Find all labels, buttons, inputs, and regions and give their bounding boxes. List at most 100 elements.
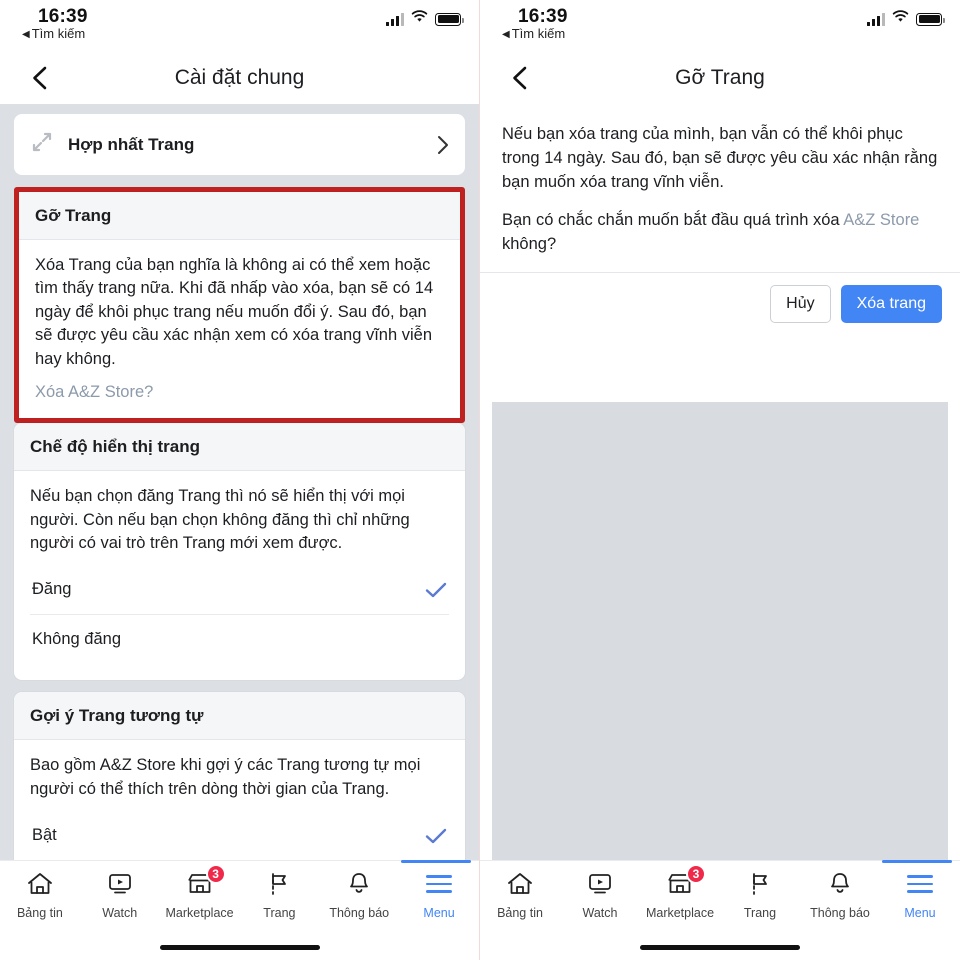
- home-icon: [506, 869, 534, 899]
- video-play-icon: [586, 869, 614, 899]
- tab-label: Marketplace: [645, 906, 715, 920]
- tab-thong-bao[interactable]: Thông báo: [319, 869, 399, 920]
- status-bar-left: 16:39 ◀ Tìm kiếm: [0, 0, 479, 52]
- similar-pages-card-header: Gợi ý Trang tương tự: [14, 692, 465, 741]
- status-time: 16:39: [38, 6, 88, 27]
- hamburger-menu-icon: [907, 869, 933, 899]
- tab-label: Bảng tin: [497, 906, 543, 920]
- tab-menu[interactable]: Menu: [880, 860, 960, 920]
- page-title: Cài đặt chung: [174, 66, 305, 89]
- dialog-paragraph-confirm: Bạn có chắc chắn muốn bắt đầu quá trình …: [502, 208, 938, 256]
- dialog-paragraph-recovery: Nếu bạn xóa trang của mình, bạn vẫn có t…: [502, 125, 938, 192]
- confirm-text-after: không?: [502, 235, 557, 254]
- check-icon: [425, 828, 447, 844]
- remove-page-description: Xóa Trang của bạn nghĩa là không ai có t…: [35, 256, 434, 368]
- right-nav-bar: Gỡ Trang: [480, 52, 960, 104]
- status-indicators: [386, 10, 464, 28]
- similar-pages-description: Bao gồm A&Z Store khi gợi ý các Trang tư…: [30, 756, 421, 798]
- similar-pages-options: Bật: [30, 811, 449, 860]
- tab-marketplace[interactable]: 3 Marketplace: [640, 864, 720, 920]
- remove-page-highlight-frame: Gỡ Trang Xóa Trang của bạn nghĩa là khôn…: [14, 187, 465, 424]
- status-return-to-app[interactable]: ◀ Tìm kiếm: [502, 26, 565, 41]
- similar-pages-card-body: Bao gồm A&Z Store khi gợi ý các Trang tư…: [14, 740, 465, 876]
- back-triangle-icon: ◀: [22, 29, 30, 40]
- bell-icon: [826, 869, 854, 899]
- option-row-unpublished[interactable]: Không đăng: [30, 614, 449, 664]
- page-visibility-description: Nếu bạn chọn đăng Trang thì nó sẽ hiển t…: [30, 487, 410, 552]
- status-time: 16:39: [518, 6, 568, 27]
- tab-label: Trang: [743, 906, 777, 920]
- tab-label: Watch: [102, 906, 138, 920]
- delete-dialog: Nếu bạn xóa trang của mình, bạn vẫn có t…: [480, 104, 960, 256]
- right-phone-panel: 16:39 ◀ Tìm kiếm Gỡ Trang Nếu bạn xóa tra…: [480, 0, 960, 960]
- option-row-on[interactable]: Bật: [30, 811, 449, 860]
- delete-page-link[interactable]: Xóa A&Z Store?: [35, 383, 444, 402]
- tab-watch[interactable]: Watch: [80, 869, 160, 920]
- option-label: Đăng: [32, 580, 72, 599]
- storefront-icon: 3: [186, 864, 226, 899]
- tab-label: Menu: [904, 906, 936, 920]
- page-visibility-options: Đăng Không đăng: [30, 565, 449, 664]
- dialog-action-bar: Hủy Xóa trang: [480, 272, 960, 336]
- page-name: A&Z Store: [843, 211, 920, 230]
- battery-icon: [435, 12, 464, 26]
- cellular-signal-icon: [386, 12, 404, 26]
- right-content-area: Nếu bạn xóa trang của mình, bạn vẫn có t…: [480, 104, 960, 912]
- home-indicator: [640, 945, 800, 950]
- option-label: Bật: [32, 826, 57, 845]
- back-button[interactable]: [28, 65, 54, 91]
- status-bar-right: 16:39 ◀ Tìm kiếm: [480, 0, 960, 52]
- confirm-text-before: Bạn có chắc chắn muốn bắt đầu quá trình …: [502, 211, 844, 230]
- chevron-right-icon: [437, 135, 449, 155]
- option-row-published[interactable]: Đăng: [30, 565, 449, 614]
- marketplace-badge: 3: [686, 864, 706, 884]
- merge-pages-row[interactable]: Hợp nhất Trang: [14, 114, 465, 175]
- tab-label: Trang: [263, 906, 296, 920]
- tab-marketplace[interactable]: 3 Marketplace: [160, 864, 240, 920]
- delete-page-button[interactable]: Xóa trang: [840, 285, 942, 323]
- back-button[interactable]: [508, 65, 534, 91]
- home-icon: [26, 869, 54, 899]
- tab-trang[interactable]: Trang: [239, 869, 319, 920]
- tab-label: Thông báo: [329, 906, 390, 920]
- bell-icon: [345, 869, 373, 899]
- battery-icon: [916, 12, 945, 26]
- tab-trang[interactable]: Trang: [720, 869, 800, 920]
- loading-placeholder-area: [492, 402, 948, 912]
- tab-label: Watch: [582, 906, 618, 920]
- page-visibility-card-body: Nếu bạn chọn đăng Trang thì nó sẽ hiển t…: [14, 471, 465, 680]
- bottom-tab-bar-right[interactable]: Bảng tin Watch 3 Marketplace Trang Thông…: [480, 860, 960, 960]
- option-label: Không đăng: [32, 630, 122, 649]
- tab-bang-tin[interactable]: Bảng tin: [0, 869, 80, 920]
- active-tab-indicator: [400, 860, 471, 863]
- tab-label: Marketplace: [165, 906, 234, 920]
- tab-bang-tin[interactable]: Bảng tin: [480, 869, 560, 920]
- check-icon: [425, 582, 447, 598]
- left-scroll-area[interactable]: Hợp nhất Trang Gỡ Trang Xóa Trang của bạ…: [0, 104, 479, 912]
- left-phone-panel: 16:39 ◀ Tìm kiếm Cài đặt chung Hợp nhất …: [0, 0, 480, 960]
- video-play-icon: [106, 869, 134, 899]
- merge-arrows-icon: [30, 130, 54, 159]
- remove-page-card: Gỡ Trang Xóa Trang của bạn nghĩa là khôn…: [19, 192, 460, 419]
- tab-label: Bảng tin: [16, 906, 63, 920]
- wifi-icon: [892, 10, 909, 28]
- cancel-button[interactable]: Hủy: [770, 285, 831, 323]
- status-return-to-app[interactable]: ◀ Tìm kiếm: [22, 26, 85, 41]
- home-indicator: [159, 945, 320, 950]
- page-visibility-card: Chế độ hiển thị trang Nếu bạn chọn đăng …: [14, 423, 465, 681]
- bottom-tab-bar-left[interactable]: Bảng tin Watch 3 Marketplace Trang Thông…: [0, 860, 479, 960]
- tab-menu[interactable]: Menu: [399, 860, 479, 920]
- status-back-label: Tìm kiếm: [31, 26, 86, 41]
- cellular-signal-icon: [867, 12, 885, 26]
- tab-thong-bao[interactable]: Thông báo: [800, 869, 880, 920]
- flag-icon: [746, 869, 774, 899]
- remove-page-card-body: Xóa Trang của bạn nghĩa là không ai có t…: [19, 240, 460, 418]
- back-triangle-icon: ◀: [502, 29, 510, 40]
- marketplace-badge: 3: [205, 864, 226, 884]
- tab-label: Menu: [423, 906, 455, 920]
- screenshot-stage: 16:39 ◀ Tìm kiếm Cài đặt chung Hợp nhất …: [0, 0, 960, 960]
- page-title: Gỡ Trang: [675, 66, 765, 89]
- tab-watch[interactable]: Watch: [560, 869, 640, 920]
- hamburger-menu-icon: [426, 869, 453, 899]
